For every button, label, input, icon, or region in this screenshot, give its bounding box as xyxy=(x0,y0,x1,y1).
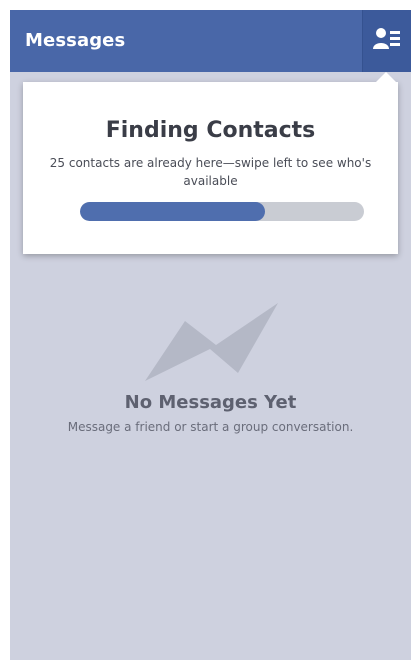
contacts-button[interactable] xyxy=(362,10,411,72)
popover-pointer xyxy=(375,72,397,83)
progress-fill xyxy=(80,202,265,221)
contacts-progress-bar xyxy=(80,202,364,221)
finding-contacts-popover[interactable]: Finding Contacts 25 contacts are already… xyxy=(23,82,398,254)
app-bar: Messages xyxy=(10,10,411,72)
messenger-logo-icon xyxy=(145,303,278,381)
empty-state-title: No Messages Yet xyxy=(124,392,297,413)
finding-contacts-title: Finding Contacts xyxy=(105,118,316,143)
messages-screen: Messages Finding Contacts 25 contacts ar… xyxy=(10,10,411,660)
finding-contacts-message: 25 contacts are already here—swipe left … xyxy=(49,156,372,188)
contacts-list-icon xyxy=(373,28,400,49)
empty-state-subtitle: Message a friend or start a group conver… xyxy=(67,420,354,434)
page-title: Messages xyxy=(25,30,126,51)
